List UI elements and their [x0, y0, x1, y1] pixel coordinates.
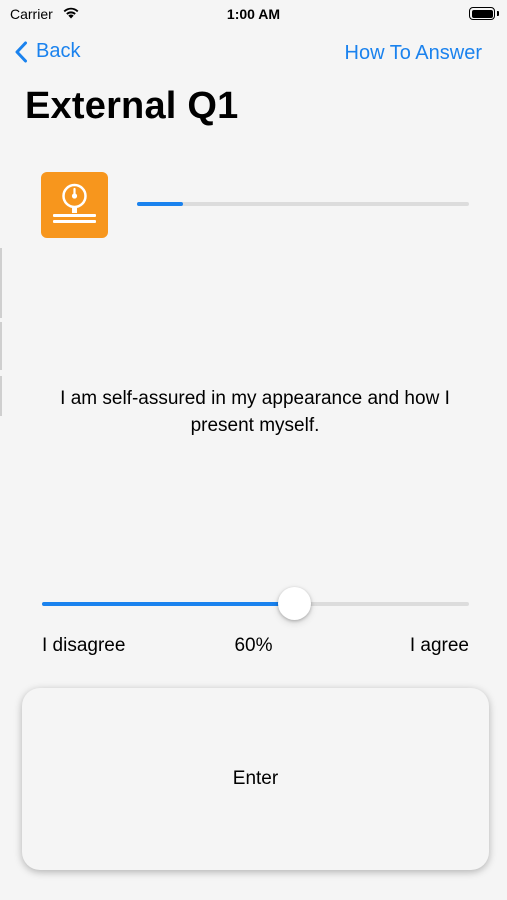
chevron-left-icon	[15, 41, 27, 62]
battery-nub	[497, 11, 499, 16]
back-label: Back	[36, 40, 81, 62]
agree-label: I agree	[409, 635, 469, 656]
question-text: I am self-assured in my appearance and h…	[60, 388, 450, 436]
question-progress-bar	[137, 202, 469, 206]
agreement-slider[interactable]	[42, 587, 469, 620]
back-button[interactable]: Back	[14, 40, 80, 63]
status-bar: Carrier 1:00 AM	[0, 0, 507, 30]
edge-divider	[0, 248, 2, 318]
slider-thumb[interactable]	[278, 587, 312, 620]
edge-divider	[0, 322, 2, 370]
enter-label: Enter	[232, 768, 279, 789]
screen: Carrier 1:00 AM Back How To Answer Exter…	[0, 0, 507, 900]
progress-fill	[137, 202, 184, 206]
clock: 1:00 AM	[226, 6, 281, 22]
slider-fill	[42, 602, 295, 606]
page-title: External Q1	[25, 85, 239, 127]
enter-button[interactable]: Enter	[22, 688, 489, 870]
edge-divider	[0, 376, 2, 416]
gauge-app-icon	[41, 172, 108, 238]
battery-icon	[469, 7, 495, 20]
navigation-bar: Back How To Answer	[0, 34, 507, 74]
how-to-answer-button[interactable]: How To Answer	[345, 42, 482, 65]
